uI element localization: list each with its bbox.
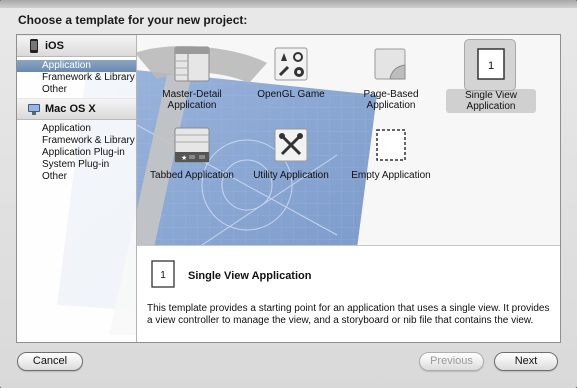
iphone-icon bbox=[30, 39, 38, 53]
description-title: Single View Application bbox=[188, 270, 312, 282]
mac-icon bbox=[28, 104, 40, 115]
next-button[interactable]: Next bbox=[494, 352, 558, 371]
new-project-sheet: Choose a template for your new project: bbox=[0, 0, 577, 388]
template-label: OpenGL Game bbox=[257, 89, 325, 100]
sheet-heading: Choose a template for your new project: bbox=[18, 13, 248, 27]
sidebar-item-mac-other[interactable]: Other bbox=[17, 171, 136, 183]
template-sidebar: iOS Application Framework & Library Othe… bbox=[17, 35, 137, 342]
template-label: Single View Application bbox=[446, 89, 536, 113]
description-text: This template provides a starting point … bbox=[147, 303, 550, 326]
tabbed-icon: ★ bbox=[173, 126, 211, 164]
sidebar-section-mac: Mac OS X bbox=[17, 98, 136, 120]
template-master-detail[interactable]: Master-Detail Application bbox=[147, 45, 237, 111]
template-single-view[interactable]: 1 Single View Application bbox=[446, 39, 536, 113]
svg-text:1: 1 bbox=[160, 270, 166, 281]
template-label: Master-Detail Application bbox=[162, 89, 222, 111]
title-bar bbox=[0, 0, 577, 8]
template-label: Utility Application bbox=[253, 170, 329, 181]
sidebar-item-mac-application[interactable]: Application bbox=[17, 123, 136, 135]
template-label: Empty Application bbox=[351, 170, 431, 181]
template-label-text: Single View Application bbox=[446, 89, 536, 113]
sidebar-item-mac-system-plugin[interactable]: System Plug-in bbox=[17, 159, 136, 171]
page-curl-icon bbox=[372, 45, 410, 83]
sidebar-section-title: iOS bbox=[45, 40, 64, 52]
sidebar-item-mac-framework-library[interactable]: Framework & Library bbox=[17, 135, 136, 147]
template-opengl-game[interactable]: OpenGL Game bbox=[246, 45, 336, 100]
opengl-game-icon bbox=[272, 45, 310, 83]
single-view-icon: 1 bbox=[472, 45, 510, 83]
sidebar-item-mac-application-plugin[interactable]: Application Plug-in bbox=[17, 147, 136, 159]
cancel-button[interactable]: Cancel bbox=[17, 352, 83, 371]
empty-dashed-icon bbox=[372, 126, 410, 164]
svg-text:★: ★ bbox=[181, 154, 187, 162]
single-view-icon: 1 bbox=[151, 260, 175, 288]
sidebar-item-ios-application[interactable]: Application bbox=[17, 60, 136, 72]
sidebar-section-ios: iOS bbox=[17, 35, 136, 57]
svg-text:1: 1 bbox=[488, 60, 494, 72]
template-utility[interactable]: Utility Application bbox=[246, 126, 336, 181]
template-tabbed[interactable]: ★ Tabbed Application bbox=[147, 126, 237, 181]
template-page-based[interactable]: Page-Based Application bbox=[346, 45, 436, 111]
sidebar-item-ios-other[interactable]: Other bbox=[17, 84, 136, 96]
template-label: Tabbed Application bbox=[150, 170, 234, 181]
sidebar-item-ios-framework-library[interactable]: Framework & Library bbox=[17, 72, 136, 84]
template-label: Page-Based Application bbox=[363, 89, 419, 111]
utility-tools-icon bbox=[272, 126, 310, 164]
template-empty[interactable]: Empty Application bbox=[346, 126, 436, 181]
template-description: 1 Single View Application This template … bbox=[137, 245, 560, 342]
sidebar-section-title: Mac OS X bbox=[45, 103, 96, 115]
template-chooser-panel: iOS Application Framework & Library Othe… bbox=[16, 34, 561, 343]
previous-button[interactable]: Previous bbox=[419, 352, 484, 371]
master-detail-icon bbox=[173, 45, 211, 83]
